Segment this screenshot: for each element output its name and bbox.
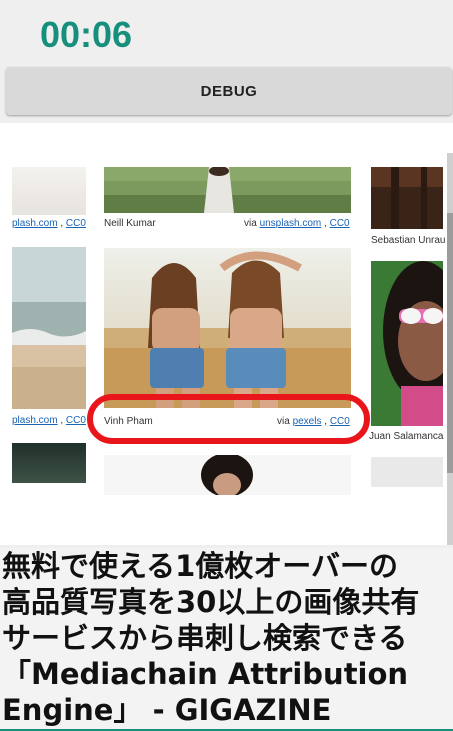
timer: 00:06 bbox=[40, 14, 133, 55]
photo-left-top[interactable] bbox=[12, 167, 86, 215]
photo-center-bottom[interactable] bbox=[104, 455, 351, 495]
author-juan-salamanca: Juan Salamanca bbox=[369, 431, 444, 442]
photo-left-bottom[interactable] bbox=[12, 443, 86, 483]
caption-left-beach: plash.com , CC0 bbox=[12, 415, 86, 426]
title-line-1: 無料で使える1億枚オーバーの bbox=[2, 549, 399, 583]
photo-right-bottom[interactable] bbox=[371, 457, 443, 487]
title-line-5: Engine」 - GIGAZINE bbox=[2, 693, 332, 727]
author-neill-kumar: Neill Kumar bbox=[104, 218, 156, 229]
forest-image bbox=[371, 167, 443, 229]
source-link[interactable]: plash.com bbox=[12, 218, 58, 229]
webview[interactable]: plash.com , CC0 plash.com , CC0 Neill Ku… bbox=[0, 123, 453, 545]
grass-image bbox=[104, 167, 351, 213]
two-women-image bbox=[104, 248, 351, 408]
sunglasses-woman-image bbox=[371, 261, 443, 426]
license-link[interactable]: CC0 bbox=[66, 218, 86, 229]
beach-image bbox=[12, 247, 86, 409]
title-line-3: サービスから串刺し検索できる bbox=[2, 621, 408, 655]
photo-center-main[interactable] bbox=[104, 248, 351, 408]
photo-center-top[interactable] bbox=[104, 167, 351, 213]
title-line-4: 「Mediachain Attribution bbox=[2, 657, 409, 691]
via-center-top: via unsplash.com , CC0 bbox=[244, 218, 350, 229]
attribution-highlight-circle bbox=[87, 394, 370, 444]
photo-left-beach[interactable] bbox=[12, 247, 86, 409]
license-link[interactable]: CC0 bbox=[66, 415, 86, 426]
title-line-2: 高品質写真を30以上の画像共有 bbox=[2, 585, 420, 619]
caption-left-top: plash.com , CC0 bbox=[12, 218, 86, 229]
debug-button[interactable]: DEBUG bbox=[6, 67, 452, 115]
author-sebastian-unrau: Sebastian Unrau bbox=[371, 235, 446, 246]
photo-right-top[interactable] bbox=[371, 167, 443, 229]
license-link[interactable]: CC0 bbox=[330, 218, 350, 229]
scrollbar-thumb[interactable] bbox=[447, 213, 453, 473]
portrait-image bbox=[104, 455, 351, 495]
article-title: 無料で使える1億枚オーバーの 高品質写真を30以上の画像共有 サービスから串刺し… bbox=[0, 548, 453, 731]
source-link[interactable]: unsplash.com bbox=[260, 218, 322, 229]
source-link[interactable]: plash.com bbox=[12, 415, 58, 426]
photo-right-middle[interactable] bbox=[371, 261, 443, 426]
